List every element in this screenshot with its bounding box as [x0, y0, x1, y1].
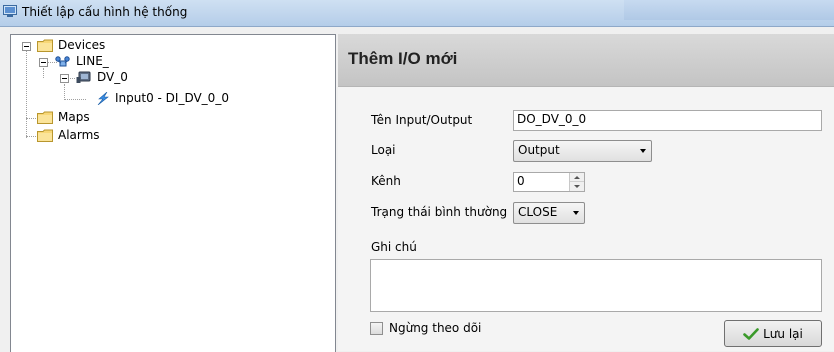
channel-stepper[interactable]: 0: [513, 172, 585, 192]
chevron-down-icon: [640, 149, 646, 153]
lightning-icon: [97, 92, 109, 105]
tree-node-device[interactable]: DV_0: [97, 70, 128, 84]
name-input[interactable]: DO_DV_0_0: [513, 110, 822, 131]
tree-node-maps[interactable]: Maps: [58, 110, 90, 124]
save-button-label: Lưu lại: [763, 326, 803, 341]
window-title: Thiết lập cấu hình hệ thống: [22, 5, 188, 19]
spin-up-icon[interactable]: [570, 173, 584, 182]
form-header: Thêm I/O mới: [338, 34, 834, 87]
note-textarea[interactable]: [370, 259, 822, 312]
tree-node-devices[interactable]: Devices: [58, 38, 105, 52]
tree-node-alarms[interactable]: Alarms: [58, 128, 100, 142]
type-select-value: Output: [518, 143, 560, 157]
window-titlebar: Thiết lập cấu hình hệ thống: [0, 0, 834, 27]
spin-down-icon[interactable]: [570, 182, 584, 191]
channel-label: Kênh: [371, 174, 401, 188]
tree-connector: [26, 50, 27, 138]
folder-icon: [37, 129, 53, 142]
form-title: Thêm I/O mới: [348, 49, 458, 68]
name-label: Tên Input/Output: [371, 113, 473, 127]
type-label: Loại: [371, 143, 396, 157]
tree-node-line[interactable]: LINE_: [76, 54, 109, 68]
tree-connector: [64, 84, 65, 100]
normal-state-label: Trạng thái bình thường: [371, 205, 508, 219]
network-icon: [55, 56, 70, 67]
stop-monitor-label[interactable]: Ngừng theo dõi: [389, 321, 481, 335]
check-icon: [743, 327, 759, 340]
device-tree[interactable]: Devices LINE_ DV_0 Input0 - DI_DV_0_0 Ma…: [10, 34, 336, 352]
app-icon: [3, 5, 17, 17]
normal-state-value: CLOSE: [518, 205, 558, 219]
stop-monitor-checkbox[interactable]: [370, 322, 383, 335]
normal-state-select[interactable]: CLOSE: [513, 202, 585, 224]
collapse-icon[interactable]: [22, 42, 31, 51]
tree-node-input[interactable]: Input0 - DI_DV_0_0: [115, 91, 229, 105]
tree-connector: [43, 68, 44, 78]
folder-icon: [37, 39, 53, 52]
add-io-form: Thêm I/O mới Tên Input/Output DO_DV_0_0 …: [338, 34, 834, 351]
channel-value: 0: [517, 174, 525, 188]
tree-connector: [64, 99, 86, 100]
folder-icon: [37, 111, 53, 124]
chevron-down-icon: [573, 211, 579, 215]
device-icon: [76, 71, 91, 83]
spin-buttons: [569, 173, 584, 191]
type-select[interactable]: Output: [513, 140, 652, 162]
save-button[interactable]: Lưu lại: [724, 320, 822, 347]
collapse-icon[interactable]: [39, 58, 48, 67]
collapse-icon[interactable]: [60, 74, 69, 83]
titlebar-controls-area: [624, 0, 834, 20]
note-label: Ghi chú: [371, 240, 417, 254]
